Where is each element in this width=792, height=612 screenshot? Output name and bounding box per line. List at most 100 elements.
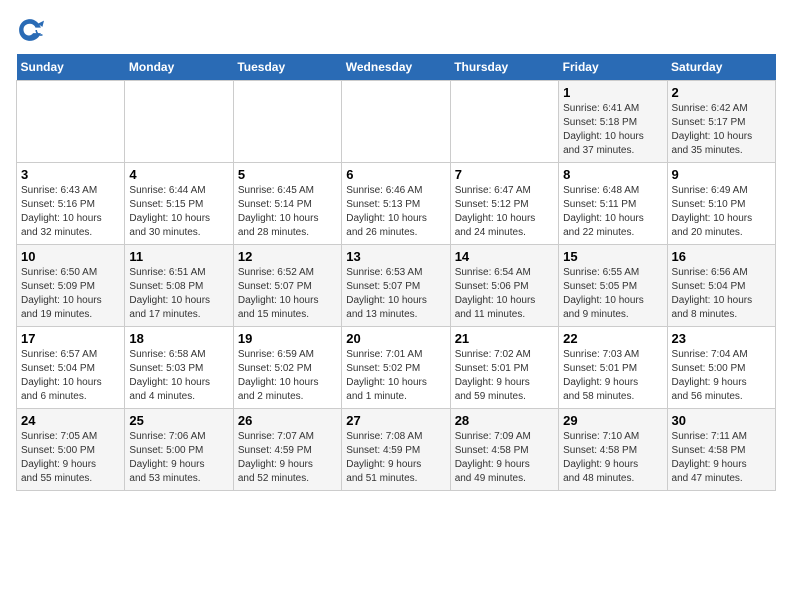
calendar-cell: 22 Sunrise: 7:03 AM Sunset: 5:01 PM Dayli… bbox=[559, 327, 667, 409]
day-number: 18 bbox=[129, 331, 228, 346]
day-number: 30 bbox=[672, 413, 771, 428]
calendar-cell: 1Sunrise: 6:41 AM Sunset: 5:18 PM Daylig… bbox=[559, 81, 667, 163]
day-info: Sunrise: 7:08 AM Sunset: 4:59 PM Dayligh… bbox=[346, 430, 445, 486]
calendar-week-row: 1Sunrise: 6:41 AM Sunset: 5:18 PM Daylig… bbox=[17, 81, 776, 163]
day-info: Sunrise: 6:44 AM Sunset: 5:15 PM Dayligh… bbox=[129, 184, 228, 240]
day-number: 9 bbox=[672, 167, 771, 182]
day-info: Sunrise: 6:42 AM Sunset: 5:17 PM Dayligh… bbox=[672, 102, 771, 158]
day-number: 29 bbox=[563, 413, 662, 428]
calendar-cell: 2 Sunrise: 6:42 AM Sunset: 5:17 PM Daylig… bbox=[667, 81, 775, 163]
calendar-cell: 20 Sunrise: 7:01 AM Sunset: 5:02 PM Dayli… bbox=[342, 327, 450, 409]
day-info: Sunrise: 7:03 AM Sunset: 5:01 PM Dayligh… bbox=[563, 348, 662, 404]
day-info: Sunrise: 7:04 AM Sunset: 5:00 PM Dayligh… bbox=[672, 348, 771, 404]
day-info: Sunrise: 7:07 AM Sunset: 4:59 PM Dayligh… bbox=[238, 430, 337, 486]
calendar-cell: 9 Sunrise: 6:49 AM Sunset: 5:10 PM Daylig… bbox=[667, 163, 775, 245]
day-number: 10 bbox=[21, 249, 120, 264]
day-info: Sunrise: 6:45 AM Sunset: 5:14 PM Dayligh… bbox=[238, 184, 337, 240]
header-monday: Monday bbox=[125, 54, 233, 81]
day-info: Sunrise: 7:01 AM Sunset: 5:02 PM Dayligh… bbox=[346, 348, 445, 404]
calendar-cell: 10 Sunrise: 6:50 AM Sunset: 5:09 PM Dayli… bbox=[17, 245, 125, 327]
day-number: 12 bbox=[238, 249, 337, 264]
day-info: Sunrise: 6:51 AM Sunset: 5:08 PM Dayligh… bbox=[129, 266, 228, 322]
day-info: Sunrise: 7:11 AM Sunset: 4:58 PM Dayligh… bbox=[672, 430, 771, 486]
day-info: Sunrise: 6:49 AM Sunset: 5:10 PM Dayligh… bbox=[672, 184, 771, 240]
day-number: 7 bbox=[455, 167, 554, 182]
calendar-cell: 29 Sunrise: 7:10 AM Sunset: 4:58 PM Dayli… bbox=[559, 409, 667, 491]
header-tuesday: Tuesday bbox=[233, 54, 341, 81]
calendar-header-row: SundayMondayTuesdayWednesdayThursdayFrid… bbox=[17, 54, 776, 81]
day-info: Sunrise: 6:46 AM Sunset: 5:13 PM Dayligh… bbox=[346, 184, 445, 240]
calendar-cell: 16 Sunrise: 6:56 AM Sunset: 5:04 PM Dayli… bbox=[667, 245, 775, 327]
day-info: Sunrise: 6:56 AM Sunset: 5:04 PM Dayligh… bbox=[672, 266, 771, 322]
day-info: Sunrise: 7:02 AM Sunset: 5:01 PM Dayligh… bbox=[455, 348, 554, 404]
calendar-cell bbox=[17, 81, 125, 163]
day-number: 17 bbox=[21, 331, 120, 346]
calendar-cell bbox=[125, 81, 233, 163]
logo-icon bbox=[16, 16, 44, 44]
calendar-cell bbox=[450, 81, 558, 163]
day-info: Sunrise: 6:55 AM Sunset: 5:05 PM Dayligh… bbox=[563, 266, 662, 322]
day-number: 28 bbox=[455, 413, 554, 428]
calendar-cell: 6 Sunrise: 6:46 AM Sunset: 5:13 PM Daylig… bbox=[342, 163, 450, 245]
calendar-week-row: 17 Sunrise: 6:57 AM Sunset: 5:04 PM Dayli… bbox=[17, 327, 776, 409]
day-info: Sunrise: 6:57 AM Sunset: 5:04 PM Dayligh… bbox=[21, 348, 120, 404]
calendar-cell: 26 Sunrise: 7:07 AM Sunset: 4:59 PM Dayli… bbox=[233, 409, 341, 491]
logo bbox=[16, 16, 48, 44]
calendar-cell: 3 Sunrise: 6:43 AM Sunset: 5:16 PM Daylig… bbox=[17, 163, 125, 245]
calendar-cell: 14Sunrise: 6:54 AM Sunset: 5:06 PM Dayli… bbox=[450, 245, 558, 327]
day-number: 5 bbox=[238, 167, 337, 182]
calendar-cell: 30 Sunrise: 7:11 AM Sunset: 4:58 PM Dayli… bbox=[667, 409, 775, 491]
day-info: Sunrise: 6:53 AM Sunset: 5:07 PM Dayligh… bbox=[346, 266, 445, 322]
header-sunday: Sunday bbox=[17, 54, 125, 81]
calendar-cell: 19Sunrise: 6:59 AM Sunset: 5:02 PM Dayli… bbox=[233, 327, 341, 409]
day-number: 22 bbox=[563, 331, 662, 346]
day-number: 20 bbox=[346, 331, 445, 346]
day-info: Sunrise: 6:58 AM Sunset: 5:03 PM Dayligh… bbox=[129, 348, 228, 404]
day-number: 13 bbox=[346, 249, 445, 264]
calendar-cell: 8 Sunrise: 6:48 AM Sunset: 5:11 PM Daylig… bbox=[559, 163, 667, 245]
day-number: 8 bbox=[563, 167, 662, 182]
calendar-cell: 28 Sunrise: 7:09 AM Sunset: 4:58 PM Dayli… bbox=[450, 409, 558, 491]
day-info: Sunrise: 6:52 AM Sunset: 5:07 PM Dayligh… bbox=[238, 266, 337, 322]
calendar-cell: 13 Sunrise: 6:53 AM Sunset: 5:07 PM Dayli… bbox=[342, 245, 450, 327]
page-header bbox=[16, 16, 776, 44]
calendar-cell: 15 Sunrise: 6:55 AM Sunset: 5:05 PM Dayli… bbox=[559, 245, 667, 327]
day-number: 26 bbox=[238, 413, 337, 428]
day-number: 11 bbox=[129, 249, 228, 264]
calendar-cell: 21 Sunrise: 7:02 AM Sunset: 5:01 PM Dayli… bbox=[450, 327, 558, 409]
calendar-cell: 24 Sunrise: 7:05 AM Sunset: 5:00 PM Dayli… bbox=[17, 409, 125, 491]
calendar-cell: 25Sunrise: 7:06 AM Sunset: 5:00 PM Dayli… bbox=[125, 409, 233, 491]
day-info: Sunrise: 6:50 AM Sunset: 5:09 PM Dayligh… bbox=[21, 266, 120, 322]
calendar-week-row: 24 Sunrise: 7:05 AM Sunset: 5:00 PM Dayli… bbox=[17, 409, 776, 491]
header-thursday: Thursday bbox=[450, 54, 558, 81]
calendar-cell: 27Sunrise: 7:08 AM Sunset: 4:59 PM Dayli… bbox=[342, 409, 450, 491]
day-info: Sunrise: 7:09 AM Sunset: 4:58 PM Dayligh… bbox=[455, 430, 554, 486]
calendar-cell: 23 Sunrise: 7:04 AM Sunset: 5:00 PM Dayli… bbox=[667, 327, 775, 409]
calendar-cell: 5 Sunrise: 6:45 AM Sunset: 5:14 PM Daylig… bbox=[233, 163, 341, 245]
calendar-cell: 18 Sunrise: 6:58 AM Sunset: 5:03 PM Dayli… bbox=[125, 327, 233, 409]
calendar-table: SundayMondayTuesdayWednesdayThursdayFrid… bbox=[16, 54, 776, 491]
day-number: 24 bbox=[21, 413, 120, 428]
day-number: 15 bbox=[563, 249, 662, 264]
calendar-cell bbox=[342, 81, 450, 163]
day-number: 3 bbox=[21, 167, 120, 182]
day-number: 21 bbox=[455, 331, 554, 346]
header-wednesday: Wednesday bbox=[342, 54, 450, 81]
header-friday: Friday bbox=[559, 54, 667, 81]
day-info: Sunrise: 7:10 AM Sunset: 4:58 PM Dayligh… bbox=[563, 430, 662, 486]
calendar-cell: 17 Sunrise: 6:57 AM Sunset: 5:04 PM Dayli… bbox=[17, 327, 125, 409]
day-number: 16 bbox=[672, 249, 771, 264]
day-number: 2 bbox=[672, 85, 771, 100]
day-info: Sunrise: 7:05 AM Sunset: 5:00 PM Dayligh… bbox=[21, 430, 120, 486]
day-number: 6 bbox=[346, 167, 445, 182]
day-info: Sunrise: 6:47 AM Sunset: 5:12 PM Dayligh… bbox=[455, 184, 554, 240]
calendar-cell: 4 Sunrise: 6:44 AM Sunset: 5:15 PM Daylig… bbox=[125, 163, 233, 245]
calendar-cell: 7 Sunrise: 6:47 AM Sunset: 5:12 PM Daylig… bbox=[450, 163, 558, 245]
day-number: 23 bbox=[672, 331, 771, 346]
calendar-week-row: 10 Sunrise: 6:50 AM Sunset: 5:09 PM Dayli… bbox=[17, 245, 776, 327]
day-info: Sunrise: 6:48 AM Sunset: 5:11 PM Dayligh… bbox=[563, 184, 662, 240]
day-info: Sunrise: 6:43 AM Sunset: 5:16 PM Dayligh… bbox=[21, 184, 120, 240]
header-saturday: Saturday bbox=[667, 54, 775, 81]
day-info: Sunrise: 6:41 AM Sunset: 5:18 PM Dayligh… bbox=[563, 102, 662, 158]
day-number: 4 bbox=[129, 167, 228, 182]
